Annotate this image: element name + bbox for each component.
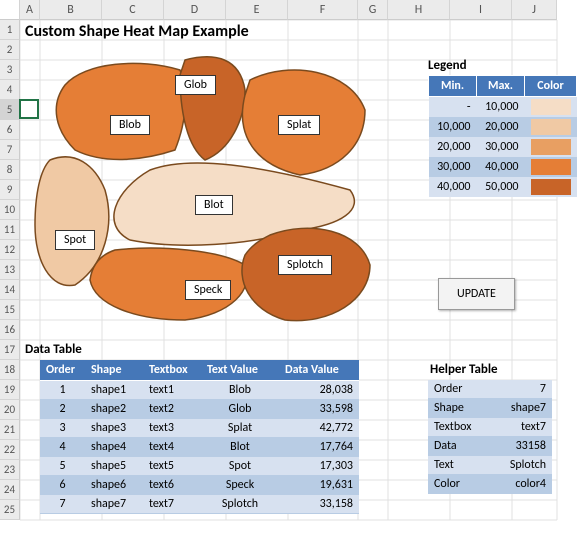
- col-header-E[interactable]: E: [226, 0, 288, 20]
- row-header-3[interactable]: 3: [0, 60, 20, 80]
- row-header-16[interactable]: 16: [0, 320, 20, 340]
- table-row[interactable]: 4shape4text4Blot17,764: [40, 438, 359, 457]
- select-all-corner[interactable]: [0, 0, 20, 20]
- legend-swatch: [531, 139, 571, 155]
- table-row[interactable]: 2shape2text2Glob33,598: [40, 400, 359, 419]
- legend-col: Color: [525, 76, 577, 97]
- data-table-title: Data Table: [25, 342, 82, 357]
- col-header-A[interactable]: A: [20, 0, 40, 20]
- col-header-D[interactable]: D: [164, 0, 226, 20]
- label-blot[interactable]: Blot: [195, 195, 233, 215]
- legend: Legend Min.Max.Color-10,00010,00020,0002…: [428, 58, 577, 197]
- row-header-20[interactable]: 20: [0, 400, 20, 420]
- legend-row: 20,00030,000: [429, 137, 577, 157]
- table-row[interactable]: 3shape3text3Splat42,772: [40, 419, 359, 438]
- helper-table: Order7Shapeshape7Textboxtext7Data33158Te…: [428, 380, 552, 494]
- legend-col: Min.: [429, 76, 477, 97]
- row-header-12[interactable]: 12: [0, 240, 20, 260]
- row-header-8[interactable]: 8: [0, 160, 20, 180]
- row-header-13[interactable]: 13: [0, 260, 20, 280]
- row-header-9[interactable]: 9: [0, 180, 20, 200]
- grid-area[interactable]: Custom Shape Heat Map Example Blob Glob …: [20, 20, 577, 535]
- row-headers: 1234567891011121314151617181920212223242…: [0, 20, 20, 520]
- col-header-C[interactable]: C: [102, 0, 164, 20]
- legend-row: 30,00040,000: [429, 157, 577, 177]
- row-header-5[interactable]: 5: [0, 100, 20, 120]
- row-header-1[interactable]: 1: [0, 20, 20, 40]
- table-row[interactable]: 6shape6text6Speck19,631: [40, 476, 359, 495]
- helper-table-title: Helper Table: [430, 362, 498, 377]
- table-row[interactable]: 1shape1text1Blob28,038: [40, 381, 359, 400]
- column-headers: ABCDEFGHIJ: [0, 0, 577, 20]
- helper-row[interactable]: Order7: [428, 380, 552, 399]
- row-header-19[interactable]: 19: [0, 380, 20, 400]
- dt-col: Text Value: [201, 360, 279, 381]
- helper-row[interactable]: Colorcolor4: [428, 475, 552, 494]
- col-header-I[interactable]: I: [450, 0, 512, 20]
- legend-title: Legend: [428, 58, 577, 73]
- row-header-21[interactable]: 21: [0, 420, 20, 440]
- helper-row[interactable]: TextSplotch: [428, 456, 552, 475]
- row-header-24[interactable]: 24: [0, 480, 20, 500]
- label-blob[interactable]: Blob: [110, 115, 150, 135]
- row-header-23[interactable]: 23: [0, 460, 20, 480]
- row-header-22[interactable]: 22: [0, 440, 20, 460]
- shape-blob[interactable]: [56, 63, 185, 159]
- legend-col: Max.: [477, 76, 525, 97]
- label-splotch[interactable]: Splotch: [278, 255, 332, 275]
- row-header-15[interactable]: 15: [0, 300, 20, 320]
- data-table: OrderShapeTextboxText ValueData Value1sh…: [40, 360, 359, 514]
- table-row[interactable]: 7shape7text7Splotch33,158: [40, 495, 359, 514]
- label-spot[interactable]: Spot: [55, 230, 95, 250]
- dt-col: Textbox: [143, 360, 201, 381]
- row-header-2[interactable]: 2: [0, 40, 20, 60]
- page-title: Custom Shape Heat Map Example: [25, 22, 249, 41]
- col-header-J[interactable]: J: [512, 0, 557, 20]
- legend-swatch: [531, 119, 571, 135]
- legend-swatch: [531, 99, 571, 115]
- row-header-6[interactable]: 6: [0, 120, 20, 140]
- shape-glob[interactable]: [180, 57, 245, 160]
- legend-swatch: [531, 179, 571, 195]
- row-header-11[interactable]: 11: [0, 220, 20, 240]
- col-header-F[interactable]: F: [288, 0, 358, 20]
- row-header-14[interactable]: 14: [0, 280, 20, 300]
- row-header-10[interactable]: 10: [0, 200, 20, 220]
- row-header-25[interactable]: 25: [0, 500, 20, 520]
- legend-row: 10,00020,000: [429, 117, 577, 137]
- update-button[interactable]: UPDATE: [438, 278, 515, 310]
- label-splat[interactable]: Splat: [278, 115, 320, 135]
- spreadsheet: ABCDEFGHIJ 12345678910111213141516171819…: [0, 0, 577, 20]
- row-header-7[interactable]: 7: [0, 140, 20, 160]
- dt-col: Order: [40, 360, 85, 381]
- helper-row[interactable]: Textboxtext7: [428, 418, 552, 437]
- col-header-B[interactable]: B: [40, 0, 102, 20]
- legend-swatch: [531, 159, 571, 175]
- col-header-G[interactable]: G: [358, 0, 388, 20]
- row-header-4[interactable]: 4: [0, 80, 20, 100]
- dt-col: Shape: [85, 360, 143, 381]
- row-header-18[interactable]: 18: [0, 360, 20, 380]
- helper-row[interactable]: Shapeshape7: [428, 399, 552, 418]
- dt-col: Data Value: [279, 360, 359, 381]
- legend-table: Min.Max.Color-10,00010,00020,00020,00030…: [428, 75, 577, 197]
- table-row[interactable]: 5shape5text5Spot17,303: [40, 457, 359, 476]
- legend-row: 40,00050,000: [429, 177, 577, 197]
- legend-row: -10,000: [429, 97, 577, 118]
- row-header-17[interactable]: 17: [0, 340, 20, 360]
- helper-row[interactable]: Data33158: [428, 437, 552, 456]
- label-speck[interactable]: Speck: [185, 280, 231, 300]
- label-glob[interactable]: Glob: [175, 75, 216, 95]
- col-header-H[interactable]: H: [388, 0, 450, 20]
